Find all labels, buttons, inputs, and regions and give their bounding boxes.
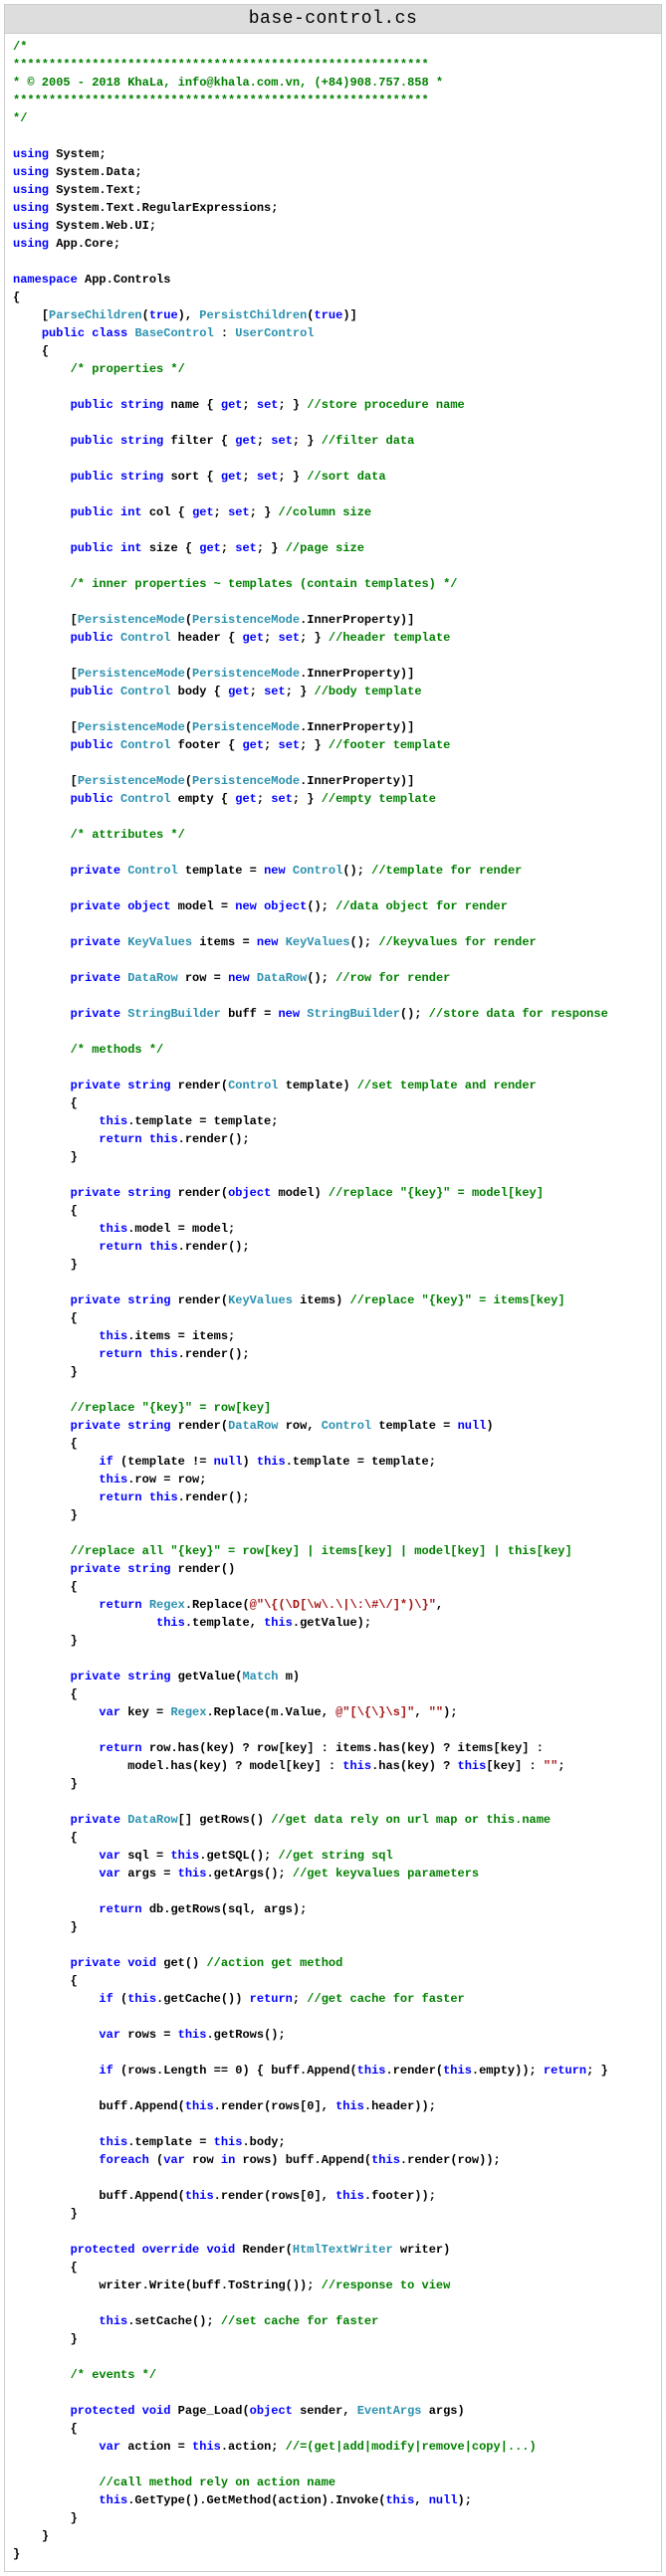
file-title: base-control.cs <box>5 5 661 34</box>
code-body: /* *************************************… <box>5 34 661 2571</box>
code-viewer: base-control.cs /* *********************… <box>4 4 662 2572</box>
